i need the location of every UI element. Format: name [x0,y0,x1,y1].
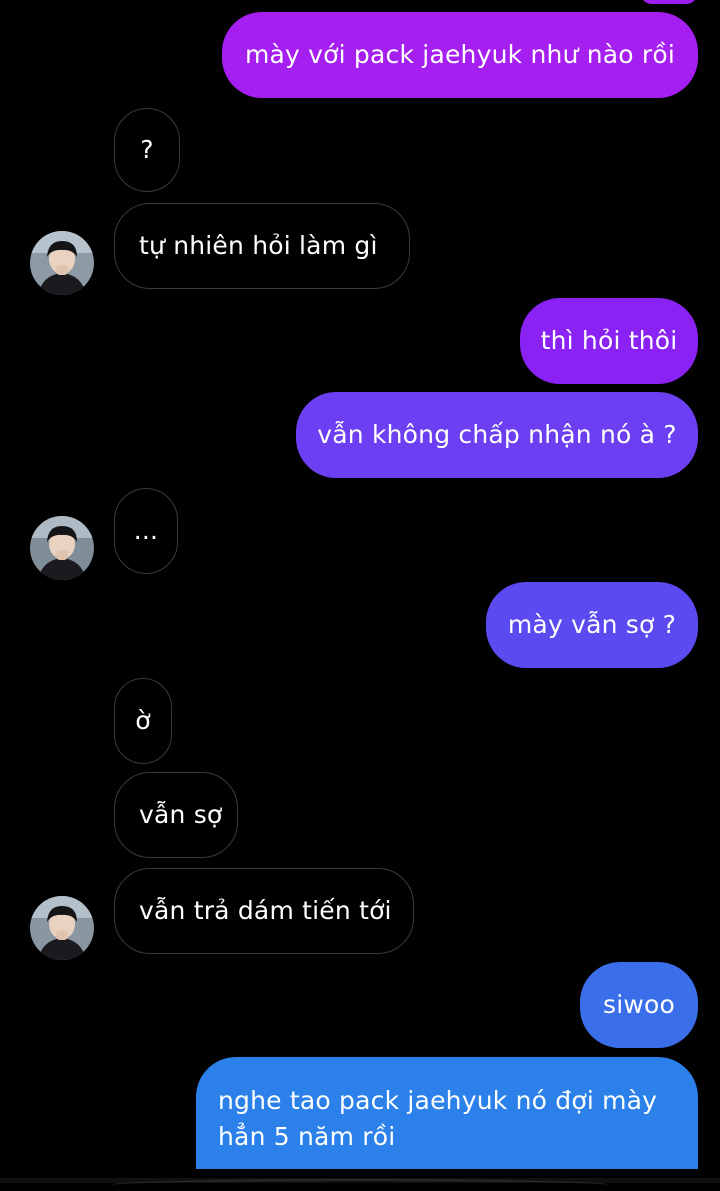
received-message-bubble[interactable]: vẫn trả dám tiến tới [114,868,414,954]
received-message-bubble[interactable]: tự nhiên hỏi làm gì [114,203,410,289]
message-text-line: hẳn 5 năm rồi [218,1122,396,1151]
message-text: ? [140,135,154,164]
previous-message-peek [640,0,698,4]
avatar-image [30,231,94,295]
message-text: siwoo [603,990,676,1019]
received-message-bubble[interactable]: ờ [114,678,172,764]
message-text: ... [133,516,159,545]
message-text-line: nghe tao pack jaehyuk nó đợi mày [218,1086,658,1115]
message-text: mày vẫn sợ ? [507,610,677,639]
message-text: mày với pack jaehyuk như nào rồi [244,40,676,69]
received-message-bubble[interactable]: ... [114,488,178,574]
sent-message-bubble[interactable]: mày vẫn sợ ? [486,582,698,668]
received-message-bubble[interactable]: vẫn sợ [114,772,238,858]
avatar-image [30,516,94,580]
message-text: tự nhiên hỏi làm gì [139,231,378,260]
message-text: thì hỏi thôi [540,326,678,355]
sent-message-bubble[interactable]: siwoo [580,962,698,1048]
contact-avatar-icon[interactable] [30,231,94,295]
contact-avatar-icon[interactable] [30,516,94,580]
input-bar-edge [110,1179,610,1191]
message-text: ờ [135,706,151,735]
message-text: vẫn không chấp nhận nó à ? [317,420,677,449]
message-text: vẫn sợ [139,800,223,829]
sent-message-bubble[interactable]: vẫn không chấp nhận nó à ? [296,392,698,478]
sent-message-bubble[interactable]: mày với pack jaehyuk như nào rồi [222,12,698,98]
received-message-bubble[interactable]: ? [114,108,180,192]
contact-avatar-icon[interactable] [30,896,94,960]
message-text: vẫn trả dám tiến tới [139,896,392,925]
sent-message-bubble[interactable]: thì hỏi thôi [520,298,698,384]
sent-message-bubble[interactable]: nghe tao pack jaehyuk nó đợi mày hẳn 5 n… [196,1057,698,1169]
avatar-image [30,896,94,960]
